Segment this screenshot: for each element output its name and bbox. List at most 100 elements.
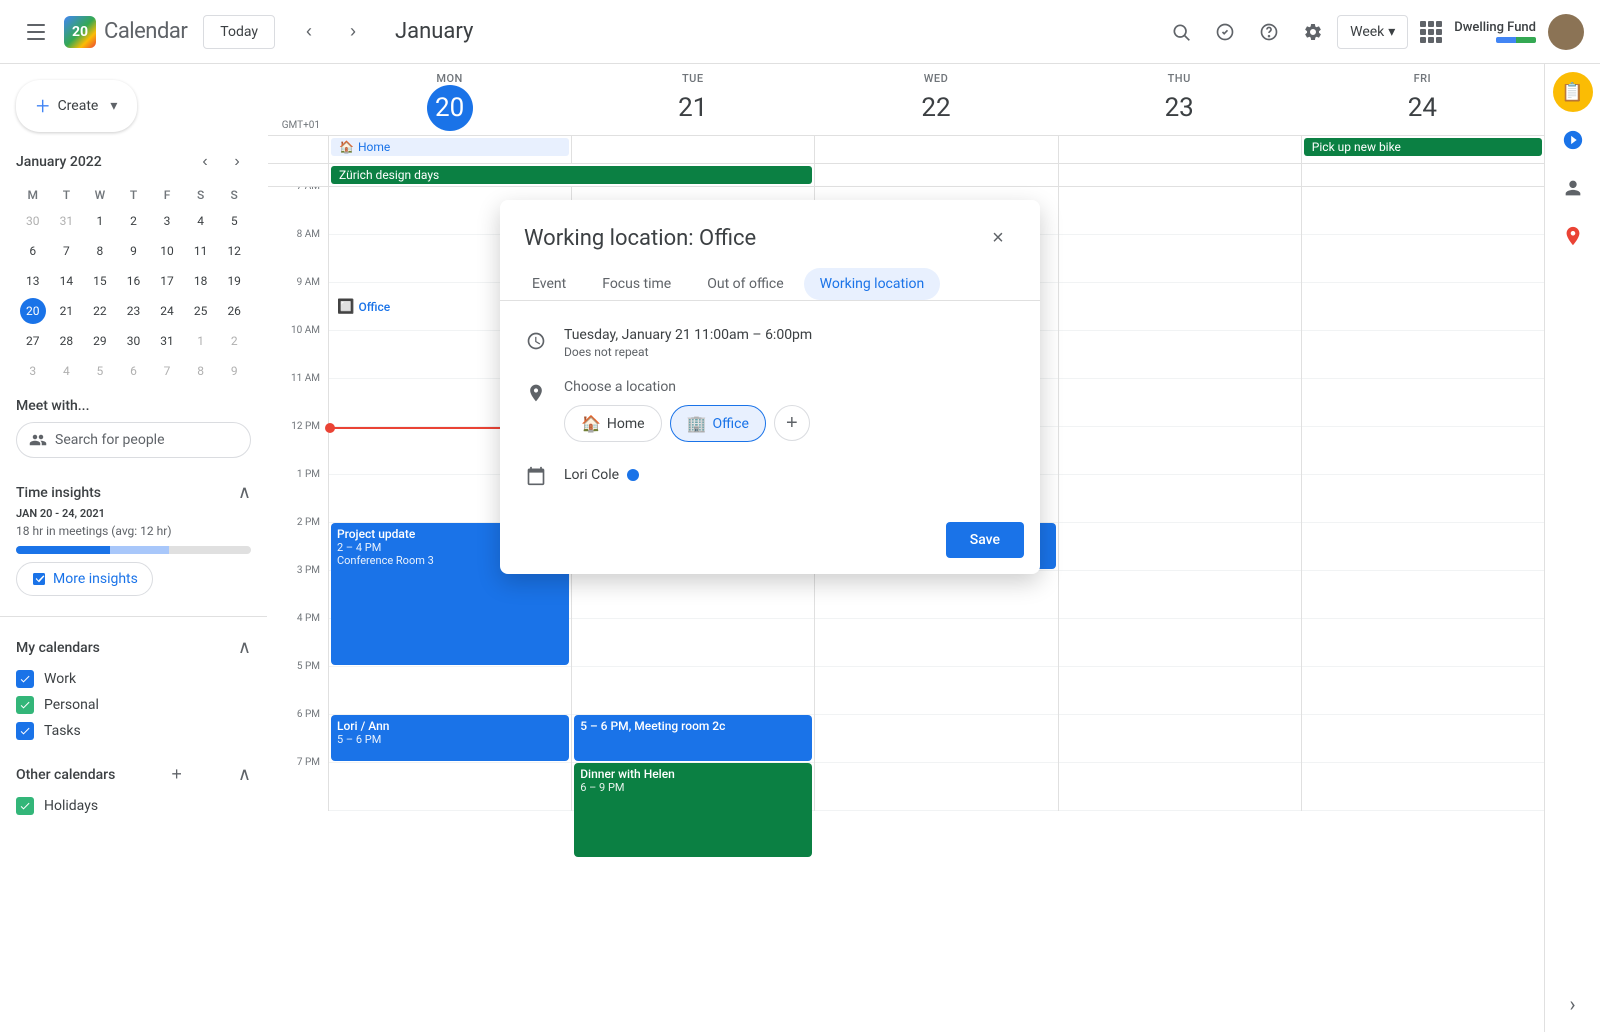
tab-focus-time[interactable]: Focus time <box>586 268 687 300</box>
mini-cal-day[interactable]: 1 <box>83 206 117 236</box>
mini-cal-day[interactable]: 19 <box>217 266 251 296</box>
my-calendar-item[interactable]: Tasks <box>16 718 251 744</box>
day-header-mon[interactable]: MON 20 <box>328 64 571 135</box>
mini-cal-day[interactable]: 22 <box>83 296 117 326</box>
search-people[interactable]: Search for people <box>16 422 251 458</box>
mini-cal-day[interactable]: 20 <box>16 296 50 326</box>
mini-cal-day[interactable]: 31 <box>50 206 84 236</box>
calendar-checkbox[interactable] <box>16 670 34 688</box>
tab-working-location[interactable]: Working location <box>804 268 941 300</box>
right-notes-icon[interactable]: 📋 <box>1553 72 1593 112</box>
create-button[interactable]: + Create ▾ <box>16 80 137 132</box>
calendar-checkbox[interactable] <box>16 797 34 815</box>
apps-button[interactable] <box>1420 21 1442 43</box>
mini-cal-day[interactable]: 10 <box>150 236 184 266</box>
mini-cal-day[interactable]: 7 <box>50 236 84 266</box>
day-header-wed[interactable]: WED 22 <box>814 64 1057 135</box>
add-location-button[interactable]: + <box>774 405 810 441</box>
mini-cal-day[interactable]: 3 <box>150 206 184 236</box>
my-calendar-item[interactable]: Work <box>16 666 251 692</box>
day-number[interactable]: 24 <box>1399 85 1445 131</box>
mini-cal-day[interactable]: 9 <box>117 236 151 266</box>
today-button[interactable]: Today <box>203 15 275 49</box>
home-location-button[interactable]: 🏠 Home <box>564 405 662 442</box>
mini-cal-day[interactable]: 8 <box>184 356 218 386</box>
day-number[interactable]: 21 <box>670 85 716 131</box>
mini-cal-next[interactable]: › <box>223 148 251 176</box>
mini-cal-day[interactable]: 6 <box>117 356 151 386</box>
calendar-checkbox[interactable] <box>16 696 34 714</box>
right-tasks-icon[interactable] <box>1553 120 1593 160</box>
day-header-thu[interactable]: THU 23 <box>1058 64 1301 135</box>
calendar-event[interactable]: 5 – 6 PM, Meeting room 2c <box>574 715 812 761</box>
mini-cal-day[interactable]: 11 <box>184 236 218 266</box>
mini-cal-day[interactable]: 31 <box>150 326 184 356</box>
mini-cal-day[interactable]: 17 <box>150 266 184 296</box>
zurich-event[interactable]: Zürich design days <box>331 166 812 184</box>
right-people-icon[interactable] <box>1553 168 1593 208</box>
mini-cal-day[interactable]: 2 <box>117 206 151 236</box>
mini-cal-day[interactable]: 27 <box>16 326 50 356</box>
calendar-event[interactable]: Dinner with Helen6 – 9 PM <box>574 763 812 857</box>
working-location-popup[interactable]: Working location: Office × Event Focus t… <box>500 200 1040 574</box>
menu-button[interactable] <box>16 12 56 52</box>
search-button[interactable] <box>1161 12 1201 52</box>
mini-cal-day[interactable]: 6 <box>16 236 50 266</box>
other-calendar-item[interactable]: Holidays <box>16 793 251 819</box>
settings-button[interactable] <box>1293 12 1333 52</box>
mini-cal-day[interactable]: 14 <box>50 266 84 296</box>
my-calendar-item[interactable]: Personal <box>16 692 251 718</box>
status-button[interactable] <box>1205 12 1245 52</box>
mini-cal-day[interactable]: 30 <box>16 206 50 236</box>
tab-out-of-office[interactable]: Out of office <box>691 268 799 300</box>
more-insights-button[interactable]: More insights <box>16 562 153 596</box>
mini-cal-day[interactable]: 1 <box>184 326 218 356</box>
day-number[interactable]: 20 <box>427 85 473 131</box>
mini-cal-day[interactable]: 2 <box>217 326 251 356</box>
mini-cal-day[interactable]: 18 <box>184 266 218 296</box>
day-header-tue[interactable]: TUE 21 <box>571 64 814 135</box>
mini-cal-day[interactable]: 30 <box>117 326 151 356</box>
help-button[interactable] <box>1249 12 1289 52</box>
mini-cal-day[interactable]: 15 <box>83 266 117 296</box>
mini-cal-day[interactable]: 29 <box>83 326 117 356</box>
mini-cal-day[interactable]: 5 <box>217 206 251 236</box>
mini-cal-day[interactable]: 28 <box>50 326 84 356</box>
pickup-event[interactable]: Pick up new bike <box>1304 138 1542 156</box>
day-header-fri[interactable]: FRI 24 <box>1301 64 1544 135</box>
mini-cal-day[interactable]: 7 <box>150 356 184 386</box>
mini-cal-day[interactable]: 13 <box>16 266 50 296</box>
mini-cal-day[interactable]: 4 <box>50 356 84 386</box>
save-button[interactable]: Save <box>946 522 1024 558</box>
calendar-event[interactable]: Lori / Ann5 – 6 PM <box>331 715 569 761</box>
time-insights-collapse[interactable]: ∧ <box>238 482 251 503</box>
right-expand-icon[interactable]: › <box>1553 984 1593 1024</box>
mini-cal-day[interactable]: 9 <box>217 356 251 386</box>
mini-cal-day[interactable]: 4 <box>184 206 218 236</box>
mini-cal-day[interactable]: 3 <box>16 356 50 386</box>
mini-cal-day[interactable]: 21 <box>50 296 84 326</box>
mini-cal-day[interactable]: 26 <box>217 296 251 326</box>
mini-cal-day[interactable]: 24 <box>150 296 184 326</box>
mini-cal-day[interactable]: 5 <box>83 356 117 386</box>
right-maps-icon[interactable] <box>1553 216 1593 256</box>
mini-cal-day[interactable]: 16 <box>117 266 151 296</box>
close-button[interactable]: × <box>980 220 1016 256</box>
other-calendars-collapse[interactable]: ∧ <box>238 764 251 785</box>
calendar-checkbox[interactable] <box>16 722 34 740</box>
mini-cal-day[interactable]: 25 <box>184 296 218 326</box>
next-button[interactable]: › <box>335 14 371 50</box>
day-number[interactable]: 23 <box>1156 85 1202 131</box>
avatar[interactable] <box>1548 14 1584 50</box>
mini-cal-day[interactable]: 23 <box>117 296 151 326</box>
prev-button[interactable]: ‹ <box>291 14 327 50</box>
mini-cal-prev[interactable]: ‹ <box>191 148 219 176</box>
my-calendars-collapse[interactable]: ∧ <box>238 637 251 658</box>
mini-cal-day[interactable]: 12 <box>217 236 251 266</box>
mini-cal-day[interactable]: 8 <box>83 236 117 266</box>
office-location-button[interactable]: 🏢 Office <box>670 405 766 442</box>
day-number[interactable]: 22 <box>913 85 959 131</box>
view-selector[interactable]: Week ▾ <box>1337 15 1408 49</box>
tab-event[interactable]: Event <box>516 268 582 300</box>
other-calendars-add[interactable]: + <box>171 764 182 785</box>
